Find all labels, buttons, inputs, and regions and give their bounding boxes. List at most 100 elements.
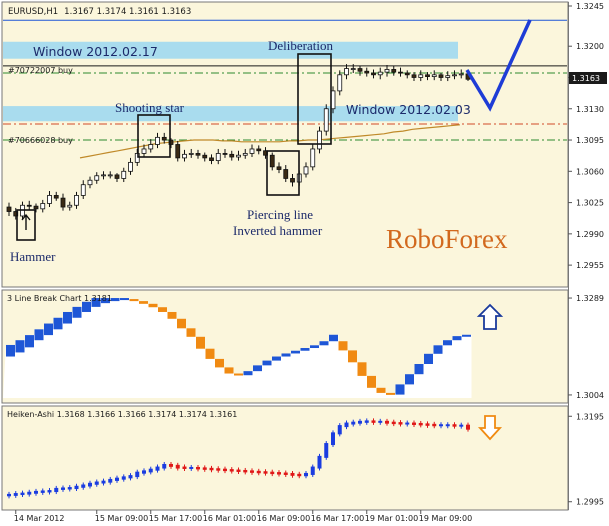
candle-body — [182, 153, 187, 159]
candle-body — [33, 205, 39, 210]
candle-body — [222, 153, 228, 155]
heiken-ashi-bar — [101, 480, 106, 484]
symbol-ohlc-header: EURUSD,H1 1.3167 1.3174 1.3161 1.3163 — [8, 7, 191, 17]
line-break-brick — [414, 364, 424, 375]
candle-body — [53, 195, 59, 199]
heiken-ashi-bar — [189, 466, 194, 469]
line-break-brick — [63, 311, 72, 324]
line-break-tick-label: 1.3289 — [576, 294, 604, 303]
heiken-ashi-bar — [270, 471, 275, 475]
line-break-brick — [186, 328, 196, 337]
line-break-brick — [148, 303, 158, 308]
buy-level-2-label: #70666028 buy — [8, 136, 73, 145]
price-tick-label: 1.3025 — [576, 199, 604, 208]
candle-body — [350, 68, 356, 70]
heiken-ashi-bar — [344, 422, 349, 428]
candle-body — [121, 170, 127, 179]
heiken-ashi-bar — [34, 490, 38, 494]
heiken-ashi-bar — [283, 472, 288, 475]
line-break-brick — [120, 298, 129, 301]
line-break-brick — [72, 306, 82, 318]
candle-body — [249, 148, 255, 154]
candle-body — [425, 74, 430, 77]
heiken-ashi-bar — [175, 464, 180, 469]
candle-body — [148, 144, 154, 150]
candle-body — [80, 184, 86, 196]
heiken-ashi-bar — [445, 424, 450, 427]
price-tick-label: 1.3245 — [576, 2, 604, 11]
line-break-brick — [300, 348, 310, 351]
heiken-ashi-bar — [20, 492, 25, 496]
heiken-ashi-bar — [115, 477, 119, 481]
shooting-star-label: Shooting star — [115, 100, 185, 115]
heiken-ashi-bar — [304, 472, 308, 477]
price-tick-label: 1.3095 — [576, 136, 604, 145]
candle-body — [128, 161, 133, 172]
heiken-ashi-bar — [277, 472, 281, 475]
time-tick-label: 15 Mar 09:00 — [95, 514, 148, 523]
candle-body — [283, 169, 289, 179]
line-break-tick-label: 1.3004 — [576, 391, 604, 400]
heiken-ashi-bar — [364, 420, 369, 423]
trading-chart: 1.32451.32001.31651.31301.30951.30601.30… — [1, 1, 607, 523]
heiken-ashi-bar — [256, 470, 261, 474]
heiken-ashi-bar — [398, 422, 403, 425]
candle-body — [431, 74, 437, 77]
candle-body — [47, 195, 52, 204]
heiken-ashi-panel-bg — [1, 405, 569, 511]
heiken-ashi-bar — [47, 490, 52, 493]
time-tick-label: 19 Mar 09:00 — [419, 514, 472, 523]
brand-logo: RoboForex — [386, 224, 508, 254]
line-break-brick — [215, 358, 224, 368]
candle-body — [323, 108, 329, 132]
heiken-ashi-bar — [209, 467, 214, 471]
candle-body — [209, 157, 214, 161]
line-break-brick — [253, 365, 262, 372]
candle-body — [188, 153, 194, 155]
line-break-brick — [44, 323, 53, 336]
candle-body — [344, 68, 349, 76]
deliberation-label: Deliberation — [268, 38, 333, 53]
line-break-brick — [158, 307, 167, 312]
candle-body — [60, 197, 66, 208]
line-break-brick — [25, 335, 34, 348]
heiken-ashi-bar — [223, 468, 227, 472]
buy-level-1-label: #70722007 buy — [8, 66, 73, 75]
time-tick-label: 14 Mar 2012 — [14, 514, 65, 523]
candle-body — [445, 75, 451, 78]
heiken-ashi-bar — [182, 466, 187, 469]
price-tick-label: 1.2955 — [576, 261, 604, 270]
heiken-ashi-bar — [27, 491, 32, 495]
heiken-ashi-bar — [378, 420, 383, 423]
candle-body — [317, 130, 322, 150]
candle-body — [357, 68, 363, 72]
heiken-ashi-bar — [297, 473, 302, 477]
line-break-brick — [329, 334, 338, 342]
heiken-ashi-bar — [108, 478, 113, 483]
candle-body — [276, 166, 282, 170]
line-break-brick — [15, 340, 25, 353]
heiken-ashi-bar — [412, 422, 416, 425]
line-break-brick — [167, 311, 177, 319]
line-break-brick — [205, 348, 215, 359]
candle-body — [202, 154, 208, 159]
heiken-ashi-bar — [243, 469, 248, 473]
line-break-brick — [234, 373, 243, 376]
line-break-brick — [433, 345, 443, 354]
line-break-brick — [243, 371, 253, 376]
candle-body — [452, 74, 457, 77]
line-break-brick — [357, 362, 367, 376]
heiken-ashi-bar — [236, 469, 241, 472]
heiken-ashi-bar — [310, 466, 315, 475]
heiken-ashi-bar — [7, 493, 11, 497]
heiken-ashi-bar — [169, 463, 173, 467]
heiken-ashi-bar — [61, 487, 65, 490]
line-break-brick — [386, 392, 395, 395]
heiken-ashi-bar — [121, 476, 126, 480]
line-break-brick — [196, 336, 205, 349]
candle-body — [114, 174, 120, 179]
line-break-brick — [82, 301, 91, 312]
heiken-ashi-bar — [142, 470, 146, 474]
time-tick-label: 16 Mar 09:00 — [257, 514, 310, 523]
heiken-ashi-bar — [432, 423, 437, 427]
